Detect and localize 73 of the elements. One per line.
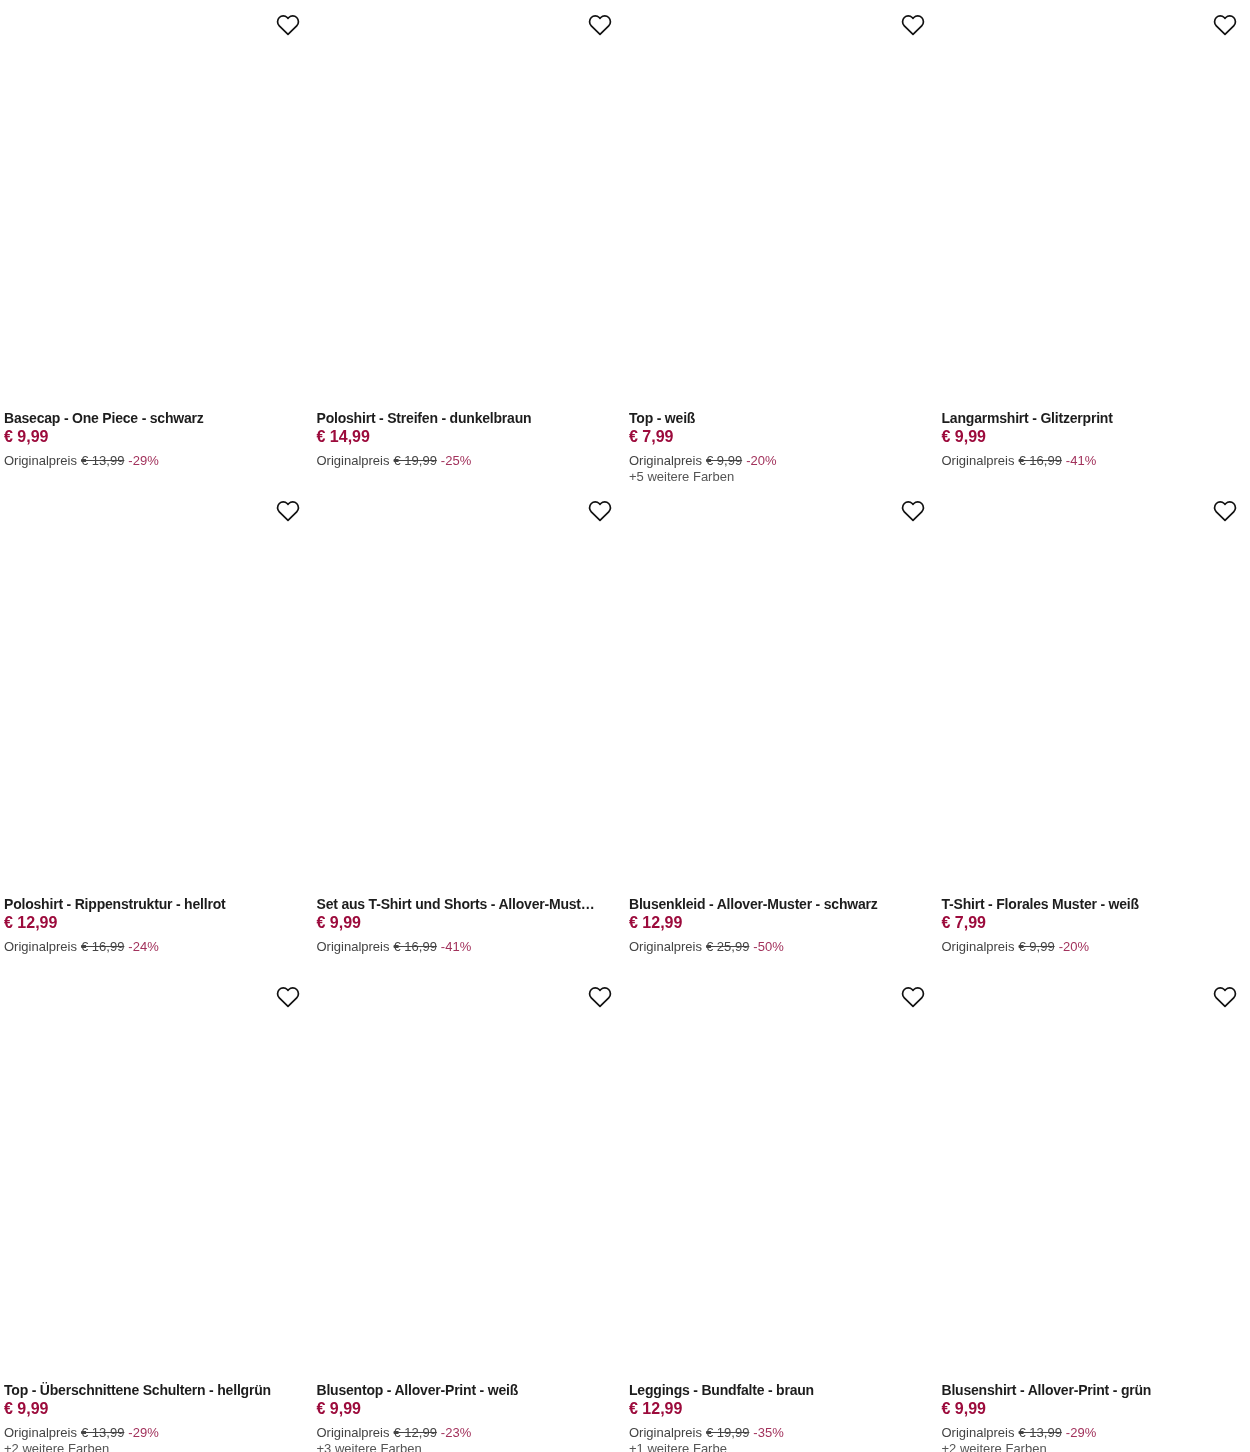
discount-label: -35% [753,1425,784,1441]
heart-icon[interactable] [275,500,300,522]
heart-icon[interactable] [900,986,925,1008]
more-colors-note: +5 weitere Farben [629,469,735,485]
product-name: Leggings - Bundfalte - braun [629,1381,814,1399]
sale-price: € 12,99 [629,1399,683,1419]
discount-label: -50% [753,939,784,955]
original-price: € 16,99 [393,939,437,955]
original-price-label: Originalpreis [941,453,1015,469]
original-price-label: Originalpreis [629,939,702,955]
original-price-label: Originalpreis [4,1425,77,1441]
original-price: € 25,99 [706,939,750,955]
product-name: Set aus T-Shirt und Shorts - Allover-Must… [316,895,595,913]
original-price-label: Originalpreis [629,453,702,469]
original-price: € 16,99 [81,939,125,955]
sale-price: € 9,99 [4,1399,49,1419]
original-price-label: Originalpreis [941,939,1015,955]
original-price: € 13,99 [1018,1425,1062,1441]
heart-icon[interactable] [275,14,300,36]
discount-label: -29% [1065,1425,1097,1441]
original-price-label: Originalpreis [4,939,77,955]
product-name: Poloshirt - Streifen - dunkelbraun [316,409,532,427]
sale-price: € 9,99 [941,427,986,447]
original-price-label: Originalpreis [4,453,77,469]
sale-price: € 9,99 [316,913,361,933]
sale-price: € 7,99 [941,913,986,933]
sale-price: € 9,99 [941,1399,986,1419]
discount-label: -41% [440,939,472,955]
product-name: Blusenkleid - Allover-Muster - schwarz [629,895,878,913]
original-price-label: Originalpreis [316,453,390,469]
original-price: € 9,99 [706,453,743,469]
product-name: Basecap - One Piece - schwarz [4,409,204,427]
sale-price: € 9,99 [4,427,49,447]
product-name: Blusentop - Allover-Print - weiß [316,1381,519,1399]
discount-label: -23% [440,1425,472,1441]
original-price: € 16,99 [1018,453,1062,469]
heart-icon[interactable] [1213,986,1237,1008]
heart-icon[interactable] [1213,500,1237,522]
original-price-label: Originalpreis [629,1425,702,1441]
heart-icon[interactable] [1213,14,1237,36]
original-price-label: Originalpreis [316,1425,390,1441]
original-price-label: Originalpreis [316,939,390,955]
discount-label: -20% [1058,939,1089,955]
discount-label: -41% [1065,453,1097,469]
original-price: € 19,99 [393,453,437,469]
original-price: € 13,99 [81,453,125,469]
original-price: € 19,99 [706,1425,750,1441]
product-name: Poloshirt - Rippenstruktur - hellrot [4,895,226,913]
original-price: € 13,99 [81,1425,125,1441]
original-price-label: Originalpreis [941,1425,1015,1441]
heart-icon[interactable] [588,14,612,36]
product-name: Blusenshirt - Allover-Print - grün [941,1381,1152,1399]
discount-label: -29% [128,1425,159,1441]
original-price: € 9,99 [1018,939,1055,955]
sale-price: € 14,99 [316,427,370,447]
product-name: T-Shirt - Florales Muster - weiß [941,895,1139,913]
product-name: Top - weiß [629,409,696,427]
product-name: Langarmshirt - Glitzerprint [941,409,1113,427]
product-name: Top - Überschnittene Schultern - hellgrün [4,1381,271,1399]
discount-label: -29% [128,453,159,469]
original-price: € 12,99 [393,1425,437,1441]
heart-icon[interactable] [275,986,300,1008]
discount-label: -24% [128,939,159,955]
discount-label: -20% [746,453,777,469]
sale-price: € 7,99 [629,427,674,447]
heart-icon[interactable] [588,986,612,1008]
heart-icon[interactable] [900,500,925,522]
heart-icon[interactable] [588,500,612,522]
sale-price: € 12,99 [629,913,683,933]
discount-label: -25% [440,453,472,469]
heart-icon[interactable] [900,14,925,36]
sale-price: € 9,99 [316,1399,361,1419]
sale-price: € 12,99 [4,913,58,933]
